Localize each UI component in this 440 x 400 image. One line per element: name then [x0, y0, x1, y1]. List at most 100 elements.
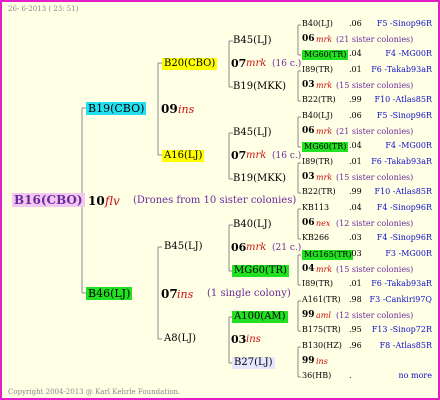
- gen4-top-source: F3 -Cankiri97Q: [369, 295, 432, 304]
- gen4-year: 06: [302, 218, 315, 228]
- gen4-bot-source: F13 -Sinop72R: [371, 325, 432, 334]
- gen4-top-value: .01: [349, 65, 362, 74]
- gen4-note: (21 sister colonies): [336, 127, 414, 136]
- gen4-mark: aml: [316, 311, 331, 320]
- gen4-top-id[interactable]: I89(TR): [302, 158, 333, 166]
- header-date: 26- 6-2013 ( 23: 51): [8, 5, 79, 13]
- gen2-queen-id[interactable]: B20(CBO): [162, 58, 218, 70]
- gen4-year: 04: [302, 264, 315, 274]
- gen4-bot-id[interactable]: MG60(TR): [302, 142, 349, 152]
- gen2-mark: mrk: [246, 242, 267, 253]
- gen4-bot-source: F10 -Atlas85R: [374, 95, 432, 104]
- gen4-top-source: F6 -Takab93aR: [371, 65, 432, 74]
- gen4-mark: mrk: [316, 127, 333, 136]
- gen1-year: 07: [161, 287, 178, 301]
- gen4-mark: nex: [316, 219, 331, 228]
- gen4-bot-id[interactable]: 36(HB): [302, 372, 331, 380]
- gen4-top-id[interactable]: MG165(TR): [302, 250, 354, 260]
- gen4-top-id[interactable]: A161(TR): [302, 296, 341, 304]
- root-note: (Drones from 10 sister colonies): [133, 195, 297, 206]
- gen4-top-id[interactable]: I89(TR): [302, 66, 333, 74]
- gen4-note: (21 sister colonies): [336, 35, 414, 44]
- gen4-mark: mrk: [316, 81, 333, 90]
- gen3-top-id[interactable]: B40(LJ): [233, 220, 272, 230]
- gen4-bot-value: .03: [349, 233, 362, 242]
- gen1-queen-id[interactable]: B46(LJ): [86, 287, 133, 300]
- gen4-top-source: F6 -Takab93aR: [371, 157, 432, 166]
- gen2-year: 07: [231, 149, 247, 162]
- gen4-mark: mrk: [316, 173, 333, 182]
- gen3-bottom-id[interactable]: MG60(TR): [232, 265, 289, 277]
- gen2-mark: ins: [246, 334, 261, 345]
- gen4-note: (15 sister colonies): [336, 265, 414, 274]
- gen4-top-source: F3 -MG00R: [385, 249, 432, 258]
- gen4-top-id[interactable]: B40(LJ): [302, 112, 333, 120]
- gen4-top-id[interactable]: KB113: [302, 204, 329, 212]
- gen4-top-value: .03: [349, 249, 362, 258]
- gen4-top-value: .06: [349, 19, 362, 28]
- gen4-bot-id[interactable]: B175(TR): [302, 326, 341, 334]
- gen2-year: 07: [231, 57, 247, 70]
- gen4-bot-source: F10 -Atlas85R: [374, 187, 432, 196]
- gen4-bot-id[interactable]: MG60(TR): [302, 50, 349, 60]
- gen4-bot-value: .99: [349, 95, 362, 104]
- gen4-bot-source: F4 -MG00R: [385, 141, 432, 150]
- gen4-top-source: F5 -Sinop96R: [376, 111, 432, 120]
- gen2-year: 06: [231, 241, 247, 254]
- gen4-mark: mrk: [316, 265, 333, 274]
- gen4-top-value: .98: [349, 295, 362, 304]
- gen4-top-value: .01: [349, 157, 362, 166]
- gen3-bottom-id[interactable]: B19(MKK): [233, 174, 286, 184]
- gen4-top-id[interactable]: B130(HZ): [302, 342, 342, 350]
- pedigree-frame: 26- 6-2013 ( 23: 51) B16(CBO) 10 flv (Dr…: [0, 0, 440, 400]
- gen4-bot-id[interactable]: KB266: [302, 234, 329, 242]
- gen4-bot-value: .04: [349, 49, 362, 58]
- gen4-year: 99: [302, 356, 315, 366]
- root-queen-id[interactable]: B16(CBO): [12, 193, 85, 207]
- gen4-bot-value: .04: [349, 141, 362, 150]
- gen1-mark: ins: [178, 103, 195, 116]
- footer-copyright: Copyright 2004-2013 @ Karl Kehrle Founda…: [8, 388, 181, 396]
- gen2-queen-id[interactable]: A8(LJ): [164, 334, 196, 344]
- gen4-top-source: F8 -Atlas85R: [379, 341, 432, 350]
- gen4-note: (15 sister colonies): [336, 81, 414, 90]
- gen3-bottom-id[interactable]: B27(LJ): [232, 357, 275, 369]
- root-mark: flv: [105, 194, 120, 208]
- gen4-year: 99: [302, 310, 315, 320]
- gen2-queen-id[interactable]: B45(LJ): [164, 242, 203, 252]
- gen4-top-value: .06: [349, 111, 362, 120]
- gen1-note: (1 single colony): [207, 288, 291, 299]
- gen2-note: (16 c.): [272, 151, 302, 161]
- gen4-top-id[interactable]: B40(LJ): [302, 20, 333, 28]
- gen3-bottom-id[interactable]: B19(MKK): [233, 82, 286, 92]
- gen4-note: (12 sister colonies): [336, 219, 414, 228]
- gen4-bot-value: .99: [349, 187, 362, 196]
- gen2-note: (21 c.): [272, 243, 302, 253]
- gen3-top-id[interactable]: B45(LJ): [233, 36, 272, 46]
- gen4-top-value: .96: [349, 341, 362, 350]
- gen4-year: 06: [302, 34, 315, 44]
- gen1-year: 09: [161, 102, 178, 116]
- gen2-note: (16 c.): [272, 59, 302, 69]
- gen4-mark: mrk: [316, 35, 333, 44]
- gen4-bot-id[interactable]: B22(TR): [302, 96, 336, 104]
- gen1-queen-id[interactable]: B19(CBO): [86, 102, 147, 115]
- gen4-year: 06: [302, 126, 315, 136]
- gen4-note: (12 sister colonies): [336, 311, 414, 320]
- gen4-bot-source: F4 -MG00R: [385, 49, 432, 58]
- gen4-bot-source: no more: [398, 371, 432, 380]
- gen4-top-source: F5 -Sinop96R: [376, 19, 432, 28]
- gen3-top-id[interactable]: A100(AM): [232, 311, 288, 323]
- gen4-bot-id[interactable]: B22(TR): [302, 188, 336, 196]
- gen4-bot-value: .01: [349, 279, 362, 288]
- gen4-bot-source: F6 -Takab93aR: [371, 279, 432, 288]
- gen4-bot-value: .: [349, 371, 352, 380]
- gen4-bot-id[interactable]: I89(TR): [302, 280, 333, 288]
- gen1-mark: ins: [177, 288, 194, 301]
- gen4-year: 03: [302, 80, 315, 90]
- gen4-top-source: F4 -Sinop96R: [376, 203, 432, 212]
- gen3-top-id[interactable]: B45(LJ): [233, 128, 272, 138]
- gen2-queen-id[interactable]: A16(LJ): [162, 150, 205, 162]
- root-year: 10: [88, 194, 105, 208]
- gen2-mark: mrk: [246, 58, 267, 69]
